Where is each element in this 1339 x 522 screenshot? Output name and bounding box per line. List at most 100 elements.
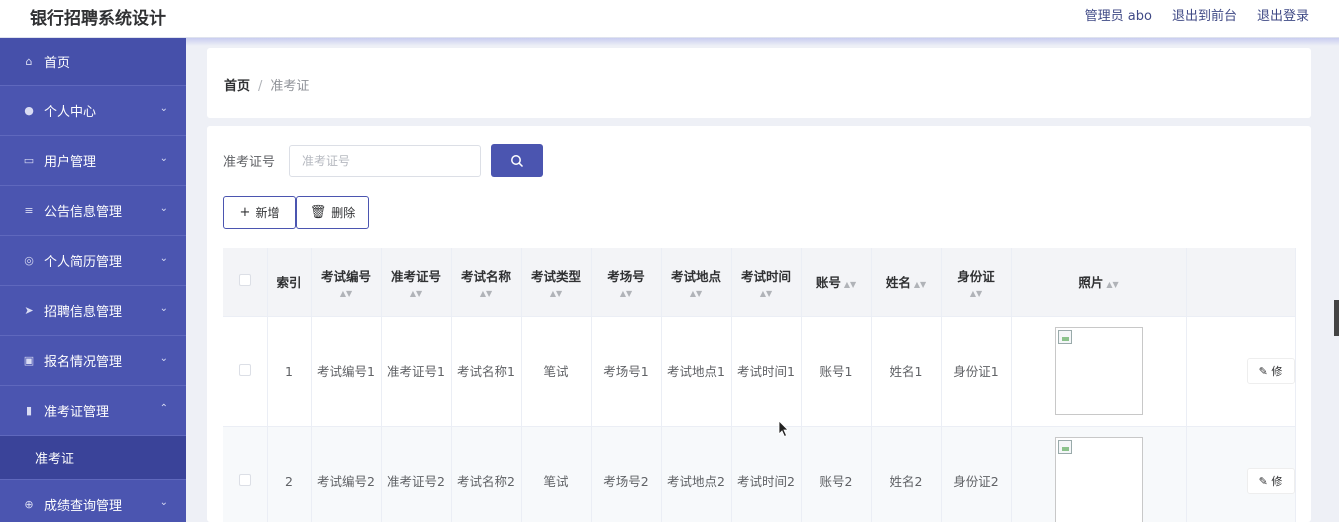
- top-bar: 银行招聘系统设计 管理员 abo 退出到前台 退出登录: [0, 0, 1339, 38]
- cell-room: 考场号2: [591, 426, 662, 522]
- row-select-cell[interactable]: [223, 426, 268, 522]
- chevron-down-icon: ⌄: [159, 203, 168, 214]
- sort-icon[interactable]: ▲▼: [942, 289, 1011, 298]
- cell-room: 考场号1: [591, 316, 662, 427]
- header-index: 索引: [267, 248, 312, 317]
- table-row: 1 考试编号1 准考证号1 考试名称1 笔试 考场号1 考试地点1 考试时间1 …: [223, 316, 1296, 427]
- sidebar-item-resumes[interactable]: ◎ 个人简历管理 ⌄: [0, 236, 186, 286]
- search-button[interactable]: [491, 144, 544, 177]
- list-icon: ≡: [24, 204, 34, 217]
- cell-exam-type: 笔试: [521, 426, 592, 522]
- header-photo[interactable]: 照片 ▲▼: [1011, 248, 1187, 317]
- header-exam-no[interactable]: 考试编号 ▲▼: [311, 248, 382, 317]
- cell-place: 考试地点2: [661, 426, 732, 522]
- breadcrumb-home[interactable]: 首页: [224, 79, 250, 94]
- cell-actions: ✎ 修: [1186, 316, 1296, 427]
- search-input[interactable]: [289, 144, 482, 177]
- sort-icon[interactable]: ▲▼: [662, 289, 731, 298]
- chevron-down-icon: ⌄: [159, 253, 168, 264]
- edit-icon: ✎: [1258, 364, 1268, 378]
- table-row: 2 考试编号2 准考证号2 考试名称2 笔试 考场号2 考试地点2 考试时间2 …: [223, 426, 1296, 522]
- sidebar: ⌂ 首页 ● 个人中心 ⌄ ▭ 用户管理 ⌄ ≡ 公告信息管理 ⌄ ◎ 个人简历…: [0, 38, 186, 522]
- chevron-down-icon: ⌄: [159, 497, 168, 508]
- sort-icon[interactable]: ▲▼: [1106, 280, 1118, 289]
- header-time[interactable]: 考试时间 ▲▼: [731, 248, 802, 317]
- sidebar-item-admission-tickets[interactable]: ▮ 准考证管理 ⌃: [0, 386, 186, 436]
- cell-ticket-no: 准考证号1: [381, 316, 452, 427]
- sort-icon[interactable]: ▲▼: [914, 280, 926, 289]
- sidebar-subitem-admission-ticket[interactable]: 准考证: [0, 436, 186, 480]
- sidebar-item-users[interactable]: ▭ 用户管理 ⌄: [0, 136, 186, 186]
- sort-icon[interactable]: ▲▼: [522, 289, 591, 298]
- sidebar-item-recruitment[interactable]: ➤ 招聘信息管理 ⌄: [0, 286, 186, 336]
- trash-icon: 🗑: [309, 205, 327, 220]
- sort-icon[interactable]: ▲▼: [312, 289, 381, 298]
- sort-icon[interactable]: ▲▼: [382, 289, 451, 298]
- logout-link[interactable]: 退出登录: [1257, 5, 1309, 24]
- cell-exam-type: 笔试: [521, 316, 592, 427]
- search-icon: [511, 154, 524, 167]
- cell-actions: ✎ 修: [1186, 426, 1296, 522]
- header-name[interactable]: 姓名 ▲▼: [871, 248, 942, 317]
- header-exam-type[interactable]: 考试类型 ▲▼: [521, 248, 592, 317]
- cell-exam-name: 考试名称2: [451, 426, 522, 522]
- row-select-cell[interactable]: [223, 316, 268, 427]
- header-actions: [1186, 248, 1296, 317]
- briefcase-icon: ▣: [23, 354, 35, 367]
- header-id-card[interactable]: 身份证 ▲▼: [941, 248, 1012, 317]
- select-all-checkbox[interactable]: [238, 274, 251, 287]
- users-icon: ▭: [23, 154, 35, 167]
- sidebar-item-label: 招聘信息管理: [44, 305, 123, 320]
- add-button-label: 新增: [255, 206, 280, 220]
- delete-button[interactable]: 🗑 删除: [296, 196, 369, 229]
- sidebar-item-home[interactable]: ⌂ 首页: [0, 38, 186, 86]
- sort-icon[interactable]: ▲▼: [844, 280, 856, 289]
- cell-exam-no: 考试编号2: [311, 426, 382, 522]
- header-ticket-no[interactable]: 准考证号 ▲▼: [381, 248, 452, 317]
- breadcrumb-card: 首页 / 准考证: [207, 48, 1311, 118]
- sort-icon[interactable]: ▲▼: [732, 289, 801, 298]
- home-icon: ⌂: [25, 55, 33, 68]
- table-header-row: 索引 考试编号 ▲▼ 准考证号 ▲▼ 考试名称 ▲▼ 考试类型 ▲▼ 考场号 ▲▼ 考试地…: [223, 248, 1296, 317]
- broken-image-icon: [1057, 330, 1072, 344]
- send-icon: ➤: [24, 304, 34, 317]
- add-button[interactable]: + 新增: [223, 196, 296, 229]
- cell-id-card: 身份证2: [941, 426, 1012, 522]
- cell-time: 考试时间1: [731, 316, 802, 427]
- mouse-cursor-icon: [778, 420, 789, 438]
- header-shadow: [186, 38, 1339, 46]
- edit-button[interactable]: ✎ 修: [1246, 468, 1295, 494]
- sidebar-item-label: 公告信息管理: [44, 205, 123, 220]
- admin-user-label[interactable]: 管理员 abo: [1085, 5, 1152, 24]
- resume-icon: ◎: [24, 254, 34, 267]
- cell-exam-no: 考试编号1: [311, 316, 382, 427]
- sidebar-item-notices[interactable]: ≡ 公告信息管理 ⌄: [0, 186, 186, 236]
- cell-index: 1: [267, 316, 312, 427]
- sort-icon[interactable]: ▲▼: [592, 289, 661, 298]
- chevron-up-icon: ⌃: [159, 403, 168, 414]
- sidebar-item-label: 报名情况管理: [44, 355, 123, 370]
- sidebar-item-registrations[interactable]: ▣ 报名情况管理 ⌄: [0, 336, 186, 386]
- back-to-front-link[interactable]: 退出到前台: [1172, 5, 1237, 24]
- sidebar-item-scores[interactable]: ⊕ 成绩查询管理 ⌄: [0, 480, 186, 522]
- header-account[interactable]: 账号 ▲▼: [801, 248, 872, 317]
- select-all-cell[interactable]: [223, 248, 268, 317]
- header-exam-name[interactable]: 考试名称 ▲▼: [451, 248, 522, 317]
- cell-ticket-no: 准考证号2: [381, 426, 452, 522]
- sidebar-item-profile[interactable]: ● 个人中心 ⌄: [0, 86, 186, 136]
- cell-time: 考试时间2: [731, 426, 802, 522]
- chevron-down-icon: ⌄: [159, 153, 168, 164]
- chevron-down-icon: ⌄: [159, 303, 168, 314]
- sidebar-item-label: 准考证管理: [44, 405, 110, 420]
- sort-icon[interactable]: ▲▼: [452, 289, 521, 298]
- row-checkbox[interactable]: [238, 363, 251, 376]
- chart-icon: ▮: [25, 404, 33, 417]
- cell-photo: [1011, 426, 1187, 522]
- header-room[interactable]: 考场号 ▲▼: [591, 248, 662, 317]
- edit-button[interactable]: ✎ 修: [1246, 358, 1295, 384]
- cell-name: 姓名2: [871, 426, 942, 522]
- header-place[interactable]: 考试地点 ▲▼: [661, 248, 732, 317]
- app-title: 银行招聘系统设计: [30, 9, 166, 29]
- row-checkbox[interactable]: [238, 473, 251, 486]
- scrollbar-thumb[interactable]: [1334, 300, 1339, 336]
